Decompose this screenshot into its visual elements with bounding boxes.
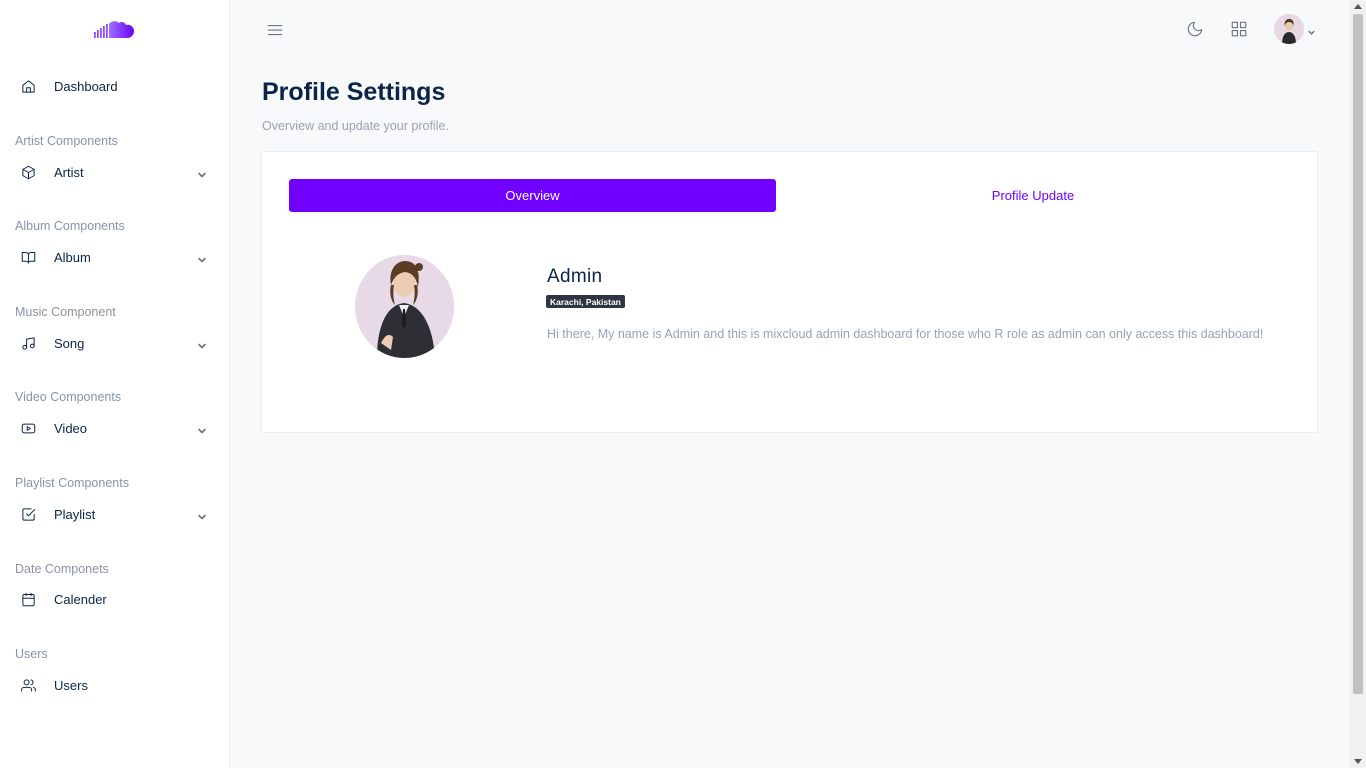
users-icon (21, 678, 36, 693)
sidebar-item-label: Album (54, 249, 91, 265)
sidebar-item-label: Artist (54, 164, 84, 180)
section-title-date: Date Componets (15, 562, 109, 576)
sidebar-item-label: Video (54, 420, 88, 436)
scroll-down-icon[interactable] (1354, 759, 1362, 764)
scrollbar[interactable] (1350, 0, 1366, 768)
sidebar-item-calender[interactable]: Calender (0, 584, 230, 614)
chevron-down-icon (197, 338, 207, 349)
location-badge: Karachi, Pakistan (546, 295, 625, 308)
page-subtitle: Overview and update your profile. (262, 119, 449, 133)
chevron-down-icon (197, 423, 207, 434)
sidebar-item-label: Users (54, 677, 88, 693)
cube-icon (21, 165, 36, 180)
sidebar-item-label: Dashboard (54, 78, 118, 94)
chevron-down-icon[interactable] (1307, 24, 1316, 35)
section-title-users: Users (15, 647, 48, 661)
sidebar-item-label: Calender (54, 591, 107, 607)
section-title-playlist: Playlist Components (15, 476, 129, 490)
sidebar-item-dashboard[interactable]: Dashboard (0, 71, 230, 101)
moon-icon[interactable] (1186, 20, 1204, 38)
menu-icon[interactable] (266, 21, 284, 39)
chevron-down-icon (197, 252, 207, 263)
sidebar-item-label: Song (54, 335, 85, 351)
sidebar-item-video[interactable]: Video (0, 413, 230, 443)
sidebar-item-song[interactable]: Song (0, 328, 230, 358)
home-icon (21, 79, 36, 94)
profile-name: Admin (547, 266, 603, 287)
check-square-icon (21, 507, 36, 522)
profile-avatar (355, 255, 454, 358)
sidebar-item-artist[interactable]: Artist (0, 157, 230, 187)
book-icon (21, 250, 36, 265)
sidebar-item-album[interactable]: Album (0, 242, 230, 272)
grid-icon[interactable] (1230, 20, 1248, 38)
youtube-icon (21, 421, 36, 436)
chevron-down-icon (197, 167, 207, 178)
sidebar-item-label: Playlist (54, 506, 96, 522)
page-title: Profile Settings (262, 78, 446, 106)
tab-profile-update[interactable]: Profile Update (790, 179, 1276, 212)
music-icon (21, 336, 36, 351)
cloud-logo-icon[interactable] (92, 18, 138, 44)
section-title-video: Video Components (15, 390, 122, 404)
scrollbar-thumb[interactable] (1353, 14, 1363, 694)
scroll-up-icon[interactable] (1354, 4, 1362, 9)
sidebar-item-users[interactable]: Users (0, 670, 230, 700)
section-title-album: Album Components (15, 219, 125, 233)
sidebar: Dashboard Artist Components Artist Album… (0, 0, 230, 768)
section-title-artist: Artist Components (15, 134, 118, 148)
tab-overview[interactable]: Overview (289, 179, 776, 212)
calendar-icon (21, 592, 36, 607)
avatar[interactable] (1274, 14, 1304, 44)
sidebar-item-playlist[interactable]: Playlist (0, 499, 230, 529)
chevron-down-icon (197, 509, 207, 520)
profile-bio: Hi there, My name is Admin and this is m… (547, 327, 1264, 341)
section-title-music: Music Component (15, 305, 116, 319)
